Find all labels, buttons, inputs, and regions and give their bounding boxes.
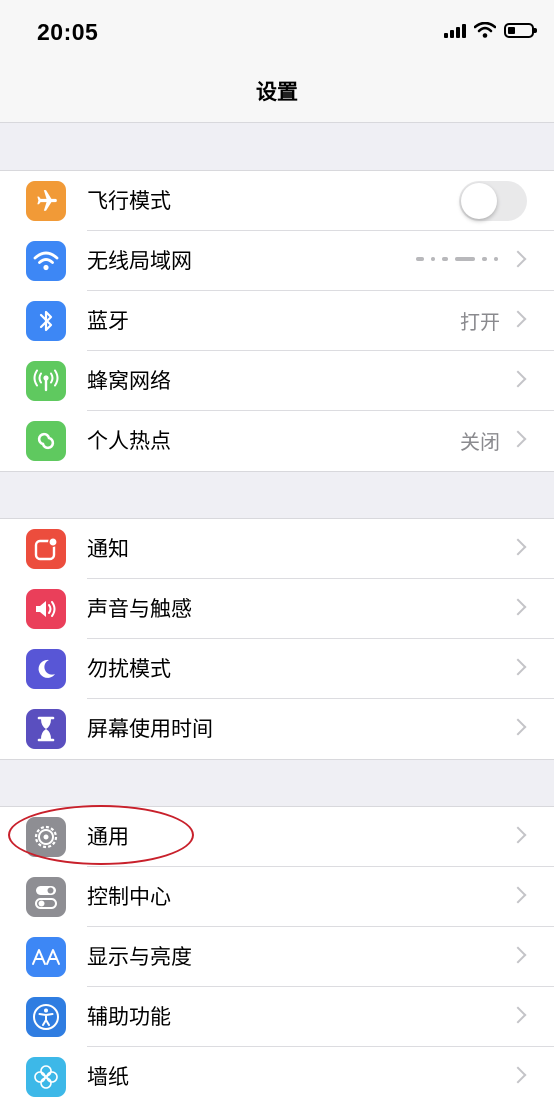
row-label: 无线局域网 <box>87 249 192 273</box>
antenna-icon <box>26 361 66 401</box>
airplane-mode-toggle[interactable] <box>459 181 527 221</box>
hourglass-icon <box>26 709 66 749</box>
row-label: 个人热点 <box>87 429 171 453</box>
row-sounds-haptics[interactable]: 声音与触感 <box>0 579 554 639</box>
wifi-network-name-redacted <box>416 257 498 261</box>
switches-icon <box>26 877 66 917</box>
chevron-right-icon <box>509 946 527 964</box>
row-airplane-mode[interactable]: 飞行模式 <box>0 171 554 231</box>
accessibility-icon <box>26 997 66 1037</box>
row-do-not-disturb[interactable]: 勿扰模式 <box>0 639 554 699</box>
hotspot-icon <box>26 421 66 461</box>
row-wifi[interactable]: 无线局域网 <box>0 231 554 291</box>
row-control-center[interactable]: 控制中心 <box>0 867 554 927</box>
airplane-icon <box>26 181 66 221</box>
row-label: 控制中心 <box>87 885 171 909</box>
speaker-icon <box>26 589 66 629</box>
row-value: 关闭 <box>460 430 500 454</box>
row-label: 屏幕使用时间 <box>87 717 213 741</box>
row-label: 墙纸 <box>87 1065 129 1089</box>
row-display-brightness[interactable]: 显示与亮度 <box>0 927 554 987</box>
chevron-right-icon <box>509 886 527 904</box>
row-bluetooth[interactable]: 蓝牙 打开 <box>0 291 554 351</box>
row-label: 显示与亮度 <box>87 945 192 969</box>
chevron-right-icon <box>509 598 527 616</box>
row-label: 声音与触感 <box>87 597 192 621</box>
row-label: 勿扰模式 <box>87 657 171 681</box>
settings-group-connectivity: 飞行模式 无线局域网 蓝牙 打开 蜂窝网络 个人热点 关闭 <box>0 170 554 472</box>
row-label: 辅助功能 <box>87 1005 171 1029</box>
wifi-status-icon <box>474 22 496 38</box>
row-label: 蓝牙 <box>87 309 129 333</box>
settings-group-notifications: 通知 声音与触感 勿扰模式 屏幕使用时间 <box>0 518 554 760</box>
text-size-icon <box>26 937 66 977</box>
moon-icon <box>26 649 66 689</box>
row-label: 蜂窝网络 <box>87 369 171 393</box>
row-screen-time[interactable]: 屏幕使用时间 <box>0 699 554 759</box>
row-notifications[interactable]: 通知 <box>0 519 554 579</box>
flower-icon <box>26 1057 66 1097</box>
chevron-right-icon <box>509 430 527 448</box>
chevron-right-icon <box>509 1066 527 1084</box>
page-title: 设置 <box>256 80 298 104</box>
row-wallpaper[interactable]: 墙纸 <box>0 1047 554 1107</box>
chevron-right-icon <box>509 1006 527 1024</box>
chevron-right-icon <box>509 250 527 268</box>
chevron-right-icon <box>509 370 527 388</box>
row-cellular[interactable]: 蜂窝网络 <box>0 351 554 411</box>
row-personal-hotspot[interactable]: 个人热点 关闭 <box>0 411 554 471</box>
row-value: 打开 <box>460 310 500 334</box>
highlight-annotation <box>8 805 194 865</box>
chevron-right-icon <box>509 310 527 328</box>
row-label: 飞行模式 <box>87 189 171 213</box>
chevron-right-icon <box>509 826 527 844</box>
notifications-icon <box>26 529 66 569</box>
chevron-right-icon <box>509 658 527 676</box>
status-bar: 20:05 <box>0 0 554 62</box>
row-accessibility[interactable]: 辅助功能 <box>0 987 554 1047</box>
status-icons <box>444 22 537 38</box>
navigation-bar: 设置 <box>0 62 554 123</box>
battery-icon <box>504 22 537 38</box>
cellular-signal-icon <box>444 22 466 38</box>
chevron-right-icon <box>509 718 527 736</box>
bluetooth-icon <box>26 301 66 341</box>
row-label: 通知 <box>87 537 129 561</box>
status-time: 20:05 <box>37 19 99 45</box>
chevron-right-icon <box>509 538 527 556</box>
wifi-icon <box>26 241 66 281</box>
